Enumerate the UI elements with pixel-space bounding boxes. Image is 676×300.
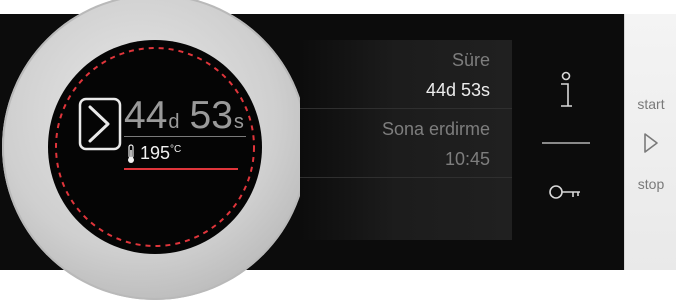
list-item-empty[interactable] — [300, 178, 512, 240]
temperature-unit: °C — [170, 144, 182, 155]
stop-label[interactable]: stop — [625, 176, 676, 192]
knob-days-value: 44 — [124, 94, 168, 137]
settings-list: Süre 44d 53s Sona erdirme 10:45 — [300, 40, 512, 240]
knob-divider — [124, 136, 246, 137]
duration-value: 44d 53s — [425, 80, 490, 100]
start-stop-strip: start stop — [624, 14, 676, 270]
control-knob[interactable]: 44 d 53 s 195 °C — [2, 0, 308, 300]
thermometer-icon — [128, 144, 134, 163]
icon-divider — [542, 142, 590, 144]
key-icon[interactable] — [548, 182, 582, 202]
info-icon[interactable] — [552, 70, 580, 112]
knob-time-display: 44 d 53 s — [124, 96, 244, 135]
knob-temperature: 195 °C — [126, 143, 181, 164]
list-item-end-time[interactable]: Sona erdirme 10:45 — [300, 109, 512, 178]
play-icon[interactable] — [642, 132, 660, 154]
end-time-label: Sona erdirme — [381, 119, 490, 139]
chevron-right-icon[interactable] — [78, 97, 122, 151]
knob-seconds-value: 53 — [189, 94, 233, 137]
start-label[interactable]: start — [625, 96, 676, 112]
list-item-duration[interactable]: Süre 44d 53s — [300, 40, 512, 109]
temperature-value: 195 — [140, 143, 171, 163]
temperature-underline — [124, 168, 238, 170]
end-time-value: 10:45 — [444, 149, 490, 169]
knob-days-unit: d — [168, 111, 180, 133]
duration-label: Süre — [451, 50, 490, 70]
knob-seconds-unit: s — [233, 111, 244, 133]
